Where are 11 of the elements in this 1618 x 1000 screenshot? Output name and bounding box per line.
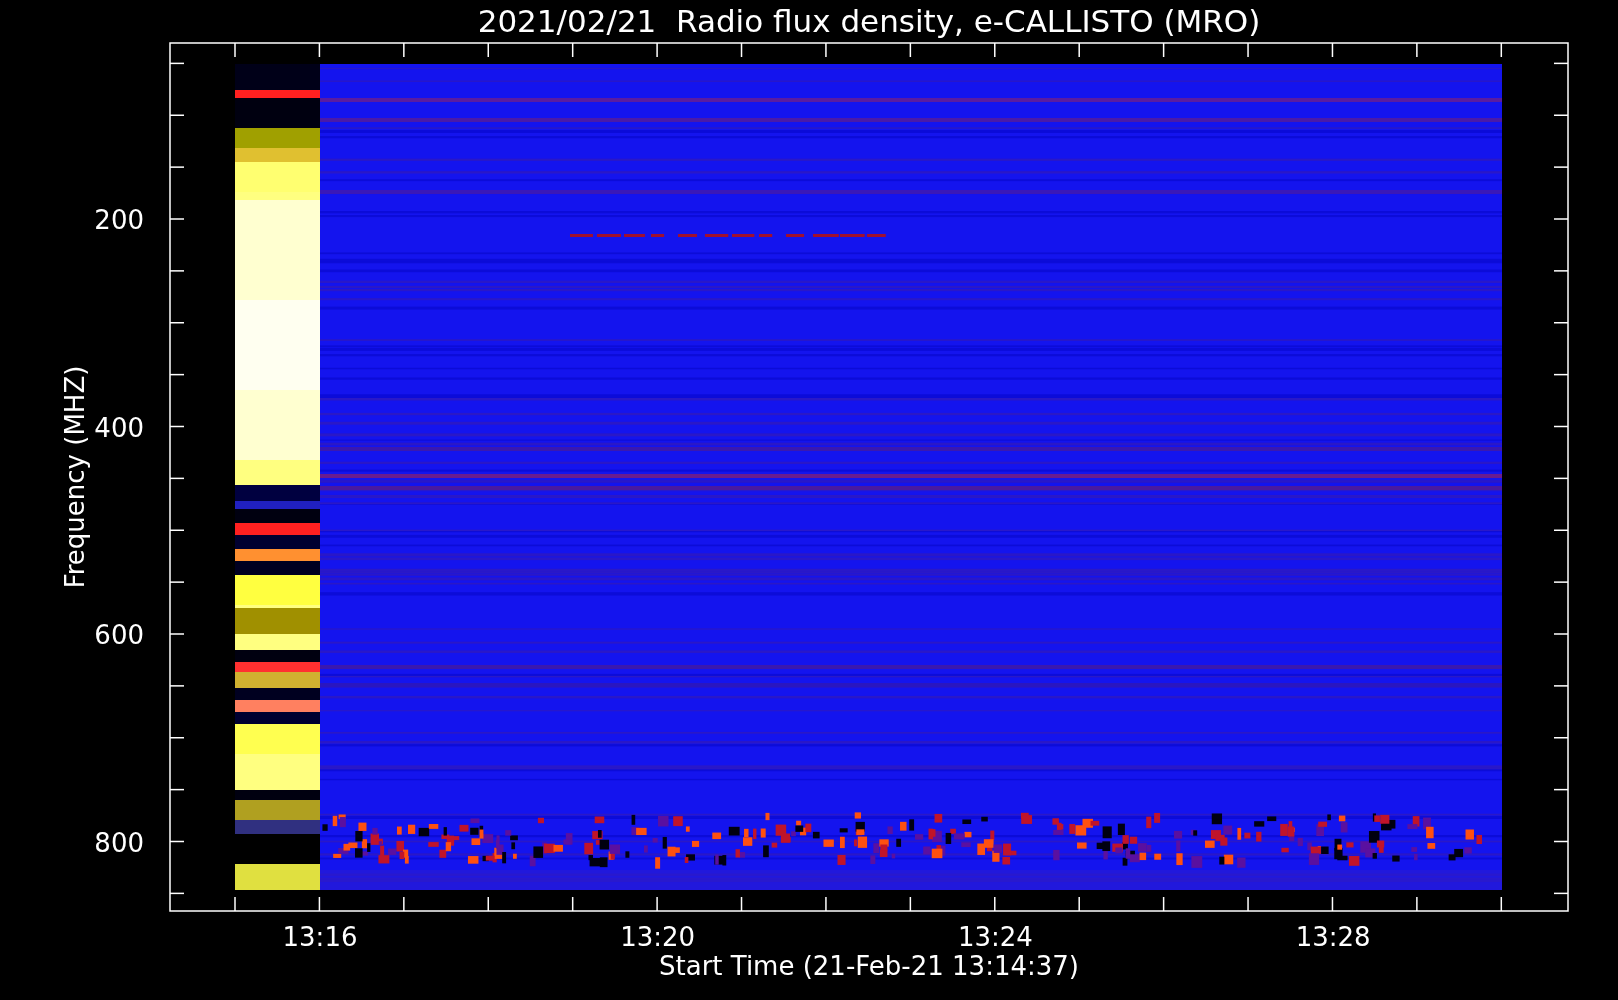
axis-title: Frequency (MHZ) <box>60 365 90 589</box>
axis-tick-label: 200 <box>94 205 144 235</box>
axis-title: Start Time (21-Feb-21 13:14:37) <box>659 951 1079 981</box>
axis-tick-label: 600 <box>94 620 144 650</box>
axis-tick-label: 400 <box>94 412 144 443</box>
axis-tick-label: 13:24 <box>957 922 1033 952</box>
axis-tick-label: 13:16 <box>282 922 358 952</box>
axis-tick-label: 13:20 <box>620 922 696 952</box>
chart-title: 2021/02/21 Radio flux density, e-CALLISTO (MRO) <box>477 3 1261 39</box>
axis-tick-label: 800 <box>94 827 144 858</box>
axis-tick-label: 13:28 <box>1295 922 1371 952</box>
